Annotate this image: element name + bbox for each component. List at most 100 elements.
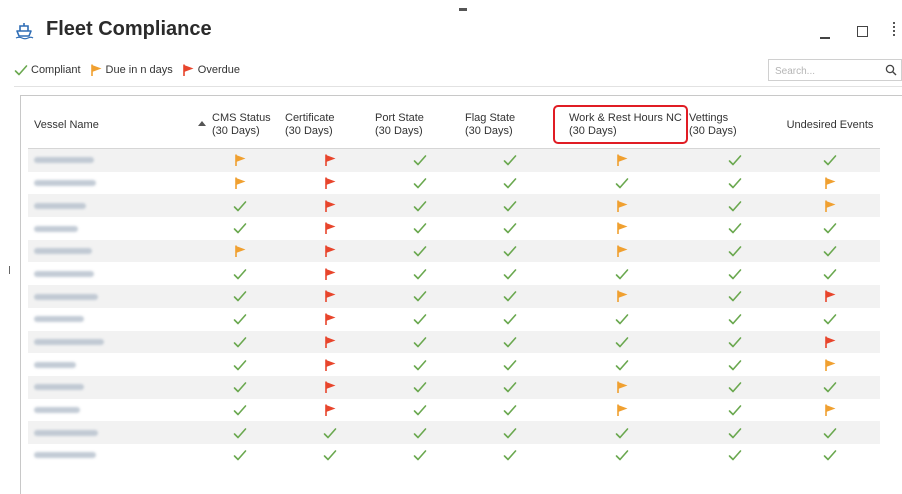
status-cell[interactable]	[465, 353, 555, 376]
status-cell[interactable]	[375, 330, 465, 354]
column-header-vessel-name[interactable]: Vessel Name	[28, 102, 194, 149]
status-cell[interactable]	[465, 421, 555, 444]
status-cell[interactable]	[689, 443, 780, 467]
status-cell[interactable]	[375, 398, 465, 422]
status-cell[interactable]	[375, 262, 465, 286]
status-cell[interactable]	[689, 171, 780, 195]
table-row[interactable]	[28, 239, 880, 263]
minimize-button[interactable]	[815, 20, 837, 42]
status-cell[interactable]	[780, 330, 880, 354]
status-cell[interactable]	[194, 171, 285, 195]
status-cell[interactable]	[194, 421, 285, 444]
status-cell[interactable]	[555, 239, 689, 263]
table-row[interactable]	[28, 194, 880, 218]
status-cell[interactable]	[194, 330, 285, 354]
status-cell[interactable]	[555, 171, 689, 195]
table-row[interactable]	[28, 285, 880, 308]
status-cell[interactable]	[194, 217, 285, 240]
status-cell[interactable]	[375, 421, 465, 444]
status-cell[interactable]	[780, 148, 880, 172]
status-cell[interactable]	[375, 353, 465, 376]
status-cell[interactable]	[780, 353, 880, 376]
status-cell[interactable]	[194, 443, 285, 467]
status-cell[interactable]	[780, 285, 880, 308]
status-cell[interactable]	[285, 421, 375, 444]
status-cell[interactable]	[375, 217, 465, 240]
status-cell[interactable]	[465, 375, 555, 399]
status-cell[interactable]	[285, 443, 375, 467]
status-cell[interactable]	[375, 148, 465, 172]
status-cell[interactable]	[465, 217, 555, 240]
status-cell[interactable]	[285, 353, 375, 376]
status-cell[interactable]	[285, 307, 375, 331]
column-header-certificate[interactable]: Certificate (30 Days)	[285, 102, 375, 149]
status-cell[interactable]	[285, 375, 375, 399]
status-cell[interactable]	[555, 443, 689, 467]
table-row[interactable]	[28, 330, 880, 354]
column-header-port-state[interactable]: Port State (30 Days)	[375, 102, 465, 149]
status-cell[interactable]	[555, 194, 689, 218]
status-cell[interactable]	[194, 398, 285, 422]
status-cell[interactable]	[465, 148, 555, 172]
status-cell[interactable]	[375, 239, 465, 263]
table-row[interactable]	[28, 262, 880, 286]
status-cell[interactable]	[375, 194, 465, 218]
status-cell[interactable]	[780, 217, 880, 240]
column-header-cms-status[interactable]: CMS Status (30 Days)	[194, 102, 285, 149]
status-cell[interactable]	[780, 398, 880, 422]
table-row[interactable]	[28, 443, 880, 467]
status-cell[interactable]	[465, 262, 555, 286]
status-cell[interactable]	[465, 330, 555, 354]
status-cell[interactable]	[285, 330, 375, 354]
table-row[interactable]	[28, 171, 880, 195]
search-input[interactable]	[773, 62, 877, 80]
status-cell[interactable]	[194, 353, 285, 376]
status-cell[interactable]	[689, 398, 780, 422]
status-cell[interactable]	[375, 443, 465, 467]
status-cell[interactable]	[555, 217, 689, 240]
search-icon[interactable]	[885, 64, 897, 76]
table-row[interactable]	[28, 421, 880, 444]
search-box[interactable]	[768, 59, 902, 81]
status-cell[interactable]	[194, 194, 285, 218]
status-cell[interactable]	[555, 262, 689, 286]
status-cell[interactable]	[285, 217, 375, 240]
table-row[interactable]	[28, 375, 880, 399]
status-cell[interactable]	[689, 217, 780, 240]
status-cell[interactable]	[555, 285, 689, 308]
status-cell[interactable]	[555, 330, 689, 354]
status-cell[interactable]	[285, 194, 375, 218]
status-cell[interactable]	[555, 421, 689, 444]
column-header-flag-state[interactable]: Flag State (30 Days)	[465, 102, 555, 149]
status-cell[interactable]	[689, 148, 780, 172]
table-row[interactable]	[28, 353, 880, 376]
status-cell[interactable]	[194, 239, 285, 263]
status-cell[interactable]	[780, 443, 880, 467]
status-cell[interactable]	[285, 285, 375, 308]
table-row[interactable]	[28, 148, 880, 172]
status-cell[interactable]	[780, 171, 880, 195]
column-header-work-rest-hours[interactable]: Work & Rest Hours NC (30 Days)	[553, 102, 689, 149]
table-row[interactable]	[28, 217, 880, 240]
status-cell[interactable]	[465, 171, 555, 195]
status-cell[interactable]	[555, 398, 689, 422]
status-cell[interactable]	[194, 262, 285, 286]
status-cell[interactable]	[555, 375, 689, 399]
status-cell[interactable]	[375, 285, 465, 308]
status-cell[interactable]	[689, 307, 780, 331]
status-cell[interactable]	[689, 194, 780, 218]
column-header-vettings[interactable]: Vettings (30 Days)	[689, 102, 780, 149]
status-cell[interactable]	[465, 285, 555, 308]
status-cell[interactable]	[285, 239, 375, 263]
status-cell[interactable]	[194, 307, 285, 331]
status-cell[interactable]	[285, 148, 375, 172]
status-cell[interactable]	[465, 307, 555, 331]
status-cell[interactable]	[555, 148, 689, 172]
status-cell[interactable]	[194, 375, 285, 399]
status-cell[interactable]	[555, 307, 689, 331]
status-cell[interactable]	[689, 285, 780, 308]
status-cell[interactable]	[465, 398, 555, 422]
status-cell[interactable]	[465, 194, 555, 218]
status-cell[interactable]	[375, 375, 465, 399]
status-cell[interactable]	[780, 239, 880, 263]
